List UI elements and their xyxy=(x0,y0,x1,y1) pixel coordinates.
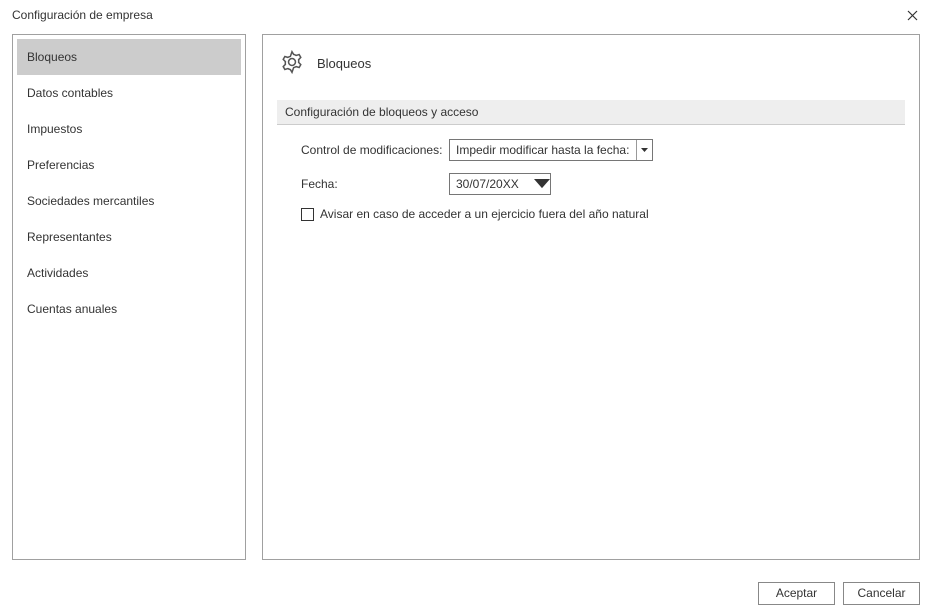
content-area: Bloqueos Datos contables Impuestos Prefe… xyxy=(0,30,932,572)
sidebar-item-cuentas-anuales[interactable]: Cuentas anuales xyxy=(17,291,241,327)
checkbox-row-avisar[interactable]: Avisar en caso de acceder a un ejercicio… xyxy=(301,207,905,221)
sidebar-item-label: Cuentas anuales xyxy=(27,302,117,316)
fecha-picker[interactable]: 30/07/20XX xyxy=(449,173,551,195)
sidebar-item-bloqueos[interactable]: Bloqueos xyxy=(17,39,241,75)
sidebar-item-label: Sociedades mercantiles xyxy=(27,194,154,208)
sidebar-item-label: Representantes xyxy=(27,230,112,244)
window-title: Configuración de empresa xyxy=(12,8,153,22)
sidebar-item-preferencias[interactable]: Preferencias xyxy=(17,147,241,183)
form-row-fecha: Fecha: 30/07/20XX xyxy=(301,173,905,195)
sidebar-item-label: Actividades xyxy=(27,266,88,280)
button-label: Aceptar xyxy=(776,586,817,600)
checkbox-avisar-label: Avisar en caso de acceder a un ejercicio… xyxy=(320,207,649,221)
control-modificaciones-select[interactable]: Impedir modificar hasta la fecha: xyxy=(449,139,653,161)
gear-icon xyxy=(279,49,305,78)
sidebar-item-actividades[interactable]: Actividades xyxy=(17,255,241,291)
section-header: Configuración de bloqueos y acceso xyxy=(277,100,905,125)
accept-button[interactable]: Aceptar xyxy=(758,582,835,605)
sidebar-item-label: Datos contables xyxy=(27,86,113,100)
main-panel: Bloqueos Configuración de bloqueos y acc… xyxy=(262,34,920,560)
sidebar: Bloqueos Datos contables Impuestos Prefe… xyxy=(12,34,246,560)
sidebar-item-label: Preferencias xyxy=(27,158,94,172)
panel-header: Bloqueos xyxy=(277,49,905,78)
fecha-value: 30/07/20XX xyxy=(450,177,534,191)
close-button[interactable] xyxy=(900,3,924,27)
cancel-button[interactable]: Cancelar xyxy=(843,582,920,605)
sidebar-item-label: Impuestos xyxy=(27,122,82,136)
sidebar-item-datos-contables[interactable]: Datos contables xyxy=(17,75,241,111)
select-value: Impedir modificar hasta la fecha: xyxy=(450,143,636,157)
fecha-label: Fecha: xyxy=(301,177,449,191)
sidebar-item-sociedades-mercantiles[interactable]: Sociedades mercantiles xyxy=(17,183,241,219)
button-label: Cancelar xyxy=(857,586,905,600)
form-row-control: Control de modificaciones: Impedir modif… xyxy=(301,139,905,161)
sidebar-item-impuestos[interactable]: Impuestos xyxy=(17,111,241,147)
footer: Aceptar Cancelar xyxy=(0,572,932,614)
close-icon xyxy=(907,10,918,21)
chevron-down-icon xyxy=(534,174,550,194)
sidebar-item-label: Bloqueos xyxy=(27,50,77,64)
sidebar-item-representantes[interactable]: Representantes xyxy=(17,219,241,255)
chevron-down-icon xyxy=(636,140,652,160)
panel-title: Bloqueos xyxy=(317,56,371,71)
title-bar: Configuración de empresa xyxy=(0,0,932,30)
control-modificaciones-label: Control de modificaciones: xyxy=(301,143,449,157)
checkbox-avisar[interactable] xyxy=(301,208,314,221)
